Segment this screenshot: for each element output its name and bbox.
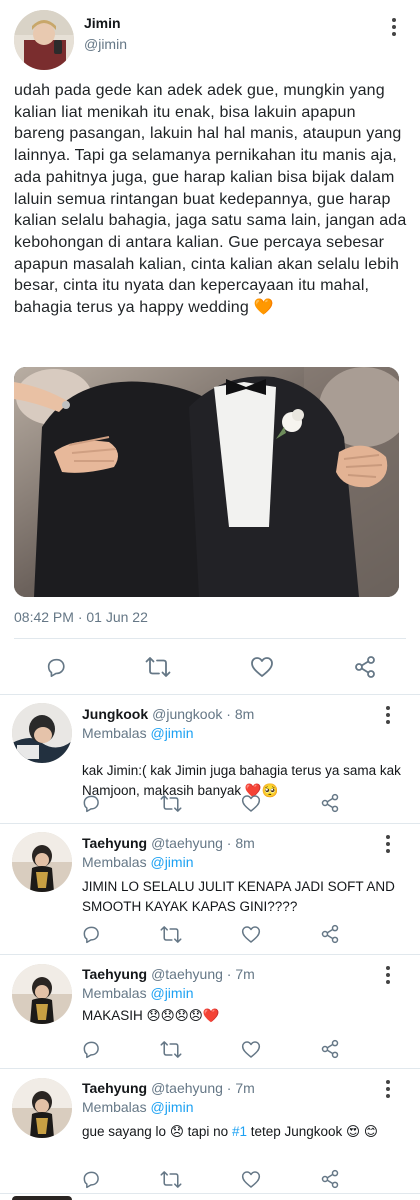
share-icon[interactable] (319, 1038, 341, 1060)
tweet-timestamp[interactable]: 08:42 PM · 01 Jun 22 (14, 609, 148, 625)
avatar[interactable] (14, 10, 74, 70)
retweet-icon[interactable] (159, 1038, 183, 1060)
more-vertical-icon[interactable] (383, 966, 393, 987)
replying-to: Membalas @jimin (82, 985, 194, 1001)
retweet-icon[interactable] (159, 1168, 183, 1190)
reply-icon[interactable] (80, 923, 102, 945)
more-vertical-icon[interactable] (389, 18, 399, 39)
heart-icon[interactable] (239, 792, 263, 814)
more-vertical-icon[interactable] (383, 1080, 393, 1101)
next-reply-peek (12, 1196, 72, 1200)
divider (0, 1193, 420, 1194)
replying-to: Membalas @jimin (82, 1099, 194, 1115)
reply-handle[interactable]: @taehyung · 7m (151, 1080, 255, 1096)
reply-author[interactable]: Taehyung @taehyung · 7m (82, 966, 255, 982)
reply-handle[interactable]: @taehyung · 7m (151, 966, 255, 982)
share-icon[interactable] (319, 1168, 341, 1190)
divider (0, 954, 420, 955)
mention-link[interactable]: @jimin (150, 985, 193, 1001)
heart-icon[interactable] (239, 1168, 263, 1190)
more-vertical-icon[interactable] (383, 835, 393, 856)
divider (0, 1068, 420, 1069)
divider (0, 823, 420, 824)
avatar[interactable] (12, 1078, 72, 1138)
hashtag-link[interactable]: #1 (232, 1124, 247, 1139)
reply-text: gue sayang lo 😞 tapi no #1 tetep Jungkoo… (82, 1124, 378, 1139)
retweet-icon[interactable] (144, 656, 172, 678)
replying-to: Membalas @jimin (82, 725, 194, 741)
reply-icon[interactable] (80, 1168, 102, 1190)
heart-icon[interactable] (239, 923, 263, 945)
reply-icon[interactable] (43, 656, 69, 678)
reply-author[interactable]: Taehyung @taehyung · 7m (82, 1080, 255, 1096)
divider (0, 694, 420, 695)
reply-icon[interactable] (80, 1038, 102, 1060)
mention-link[interactable]: @jimin (150, 1099, 193, 1115)
share-icon[interactable] (319, 792, 341, 814)
reply-text: JIMIN LO SELALU JULIT KENAPA JADI SOFT A… (82, 879, 395, 914)
divider (14, 638, 406, 639)
avatar[interactable] (12, 703, 72, 763)
heart-icon[interactable] (249, 656, 275, 678)
more-vertical-icon[interactable] (383, 706, 393, 727)
reply-author[interactable]: Jungkook @jungkook · 8m (82, 706, 254, 722)
retweet-icon[interactable] (159, 923, 183, 945)
author-handle[interactable]: @jimin (84, 36, 127, 52)
reply-handle[interactable]: @taehyung · 8m (151, 835, 255, 851)
tweet-text: udah pada gede kan adek adek gue, mungki… (14, 82, 407, 317)
share-icon[interactable] (352, 656, 378, 678)
author-name[interactable]: Jimin (84, 15, 121, 31)
retweet-icon[interactable] (159, 792, 183, 814)
reply-icon[interactable] (80, 792, 102, 814)
avatar[interactable] (12, 832, 72, 892)
replying-to: Membalas @jimin (82, 854, 194, 870)
share-icon[interactable] (319, 923, 341, 945)
tweet-photo[interactable] (14, 367, 399, 597)
avatar[interactable] (12, 964, 72, 1024)
heart-icon[interactable] (239, 1038, 263, 1060)
reply-author[interactable]: Taehyung @taehyung · 8m (82, 835, 255, 851)
reply-text: MAKASIH 😞😞😞😞❤️ (82, 1008, 220, 1023)
reply-handle[interactable]: @jungkook · 8m (152, 706, 254, 722)
mention-link[interactable]: @jimin (150, 725, 193, 741)
mention-link[interactable]: @jimin (150, 854, 193, 870)
